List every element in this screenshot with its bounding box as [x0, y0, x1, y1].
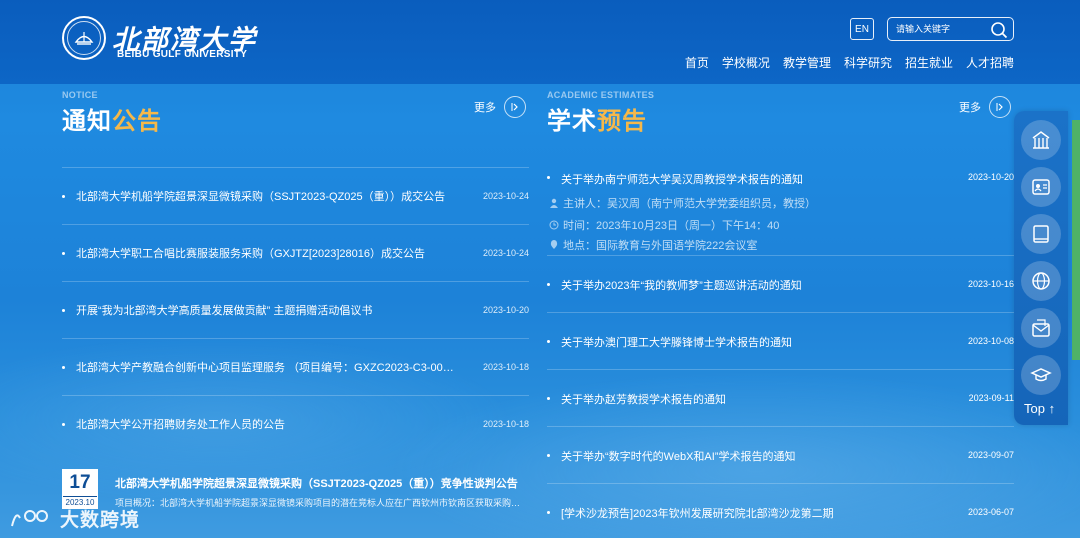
notice-item-date: 2023-10-24 — [482, 191, 529, 201]
bullet-dot — [547, 176, 550, 179]
book-icon[interactable] — [1021, 214, 1061, 254]
notice-item-date: 2023-10-18 — [482, 362, 529, 372]
notice-item-title: 北部湾大学机船学院超景深显微镜采购（SSJT2023-QZ025（重））成交公告 — [76, 191, 446, 203]
speaker-text: 主讲人：吴汉周（南宁师范大学党委组织员，教授） — [563, 198, 816, 210]
list-item[interactable]: 北部湾大学职工合唱比赛服装服务采购（GXJTZ[2023]28016）成交公告 … — [62, 224, 529, 281]
main-nav: 首页 学校概况 教学管理 科学研究 招生就业 人才招聘 — [685, 54, 1014, 71]
list-item[interactable]: 关于举办赵芳教授学术报告的通知 2023-09-11 — [547, 370, 1014, 427]
notice-list: 北部湾大学机船学院超景深显微镜采购（SSJT2023-QZ025（重））成交公告… — [62, 167, 529, 452]
academic-item-date: 2023-10-08 — [967, 336, 1014, 346]
notice-item-title: 北部湾大学公开招聘财务处工作人员的公告 — [76, 419, 285, 431]
list-item[interactable]: [学术沙龙预告]2023年钦州发展研究院北部湾沙龙第二期 2023-06-07 — [547, 484, 1014, 538]
academic-item-title: [学术沙龙预告]2023年钦州发展研究院北部湾沙龙第二期 — [561, 508, 834, 520]
search-box — [887, 17, 1014, 41]
list-item[interactable]: 北部湾大学机船学院超景深显微镜采购（SSJT2023-QZ025（重））成交公告… — [62, 167, 529, 224]
academic-heading: ACADEMIC ESTIMATES 学术预告 — [547, 90, 654, 136]
location-icon — [550, 240, 558, 249]
bullet-dot — [547, 340, 550, 343]
graduation-cap-icon[interactable] — [1021, 355, 1061, 395]
list-item[interactable]: 开展“我为北部湾大学高质量发展做贡献” 主题捐赠活动倡议书 2023-10-20 — [62, 281, 529, 338]
notice-title-part2: 公告 — [112, 108, 162, 135]
featured-day: 17 — [69, 472, 91, 493]
list-item[interactable]: 北部湾大学公开招聘财务处工作人员的公告 2023-10-18 — [62, 395, 529, 452]
academic-item-date: 2023-09-11 — [968, 393, 1014, 403]
nav-item-recruitment[interactable]: 人才招聘 — [966, 54, 1014, 71]
nav-item-admission[interactable]: 招生就业 — [905, 54, 953, 71]
logo-english-name: BEIBU GULF UNIVERSITY — [117, 49, 248, 60]
place-text: 地点：国际教育与外国语学院222会议室 — [563, 240, 758, 252]
nav-item-home[interactable]: 首页 — [685, 54, 709, 71]
search-icon[interactable] — [990, 21, 1008, 39]
academic-list: 关于举办南宁师范大学吴汉周教授学术报告的通知 2023-10-20 主讲人：吴汉… — [547, 160, 1014, 538]
academic-item-date: 2023-06-07 — [967, 507, 1014, 517]
notice-title: 通知公告 — [62, 101, 162, 136]
notice-item-title: 北部湾大学职工合唱比赛服装服务采购（GXJTZ[2023]28016）成交公告 — [76, 248, 426, 260]
nav-item-about[interactable]: 学校概况 — [722, 54, 770, 71]
watermark-text: 大数跨境 — [60, 510, 141, 531]
person-icon — [550, 198, 558, 208]
notice-title-part1: 通知 — [62, 108, 112, 135]
list-item[interactable]: 关于举办“数字时代的WebX和AI”学术报告的通知 2023-09-07 — [547, 427, 1014, 484]
nav-item-research[interactable]: 科学研究 — [844, 54, 892, 71]
academic-title-part2: 预告 — [597, 108, 647, 135]
list-item[interactable]: 关于举办澳门理工大学滕锋博士学术报告的通知 2023-10-08 — [547, 313, 1014, 370]
academic-item-date: 2023-10-16 — [967, 279, 1014, 289]
globe-icon[interactable] — [1021, 261, 1061, 301]
notice-item-date: 2023-10-20 — [482, 305, 529, 315]
academic-item-title: 关于举办澳门理工大学滕锋博士学术报告的通知 — [561, 337, 792, 349]
university-logo[interactable]: 北部湾大学 BEIBU GULF UNIVERSITY — [62, 16, 262, 64]
building-icon[interactable] — [1021, 120, 1061, 160]
notice-more-link[interactable]: 更多 — [474, 96, 526, 118]
featured-summary: 项目概况：北部湾大学机船学院超景深显微镜采购项目的潜在竞标人应在广西钦州市钦南区… — [115, 498, 525, 508]
mail-icon[interactable] — [1021, 308, 1061, 348]
academic-item-date: 2023-09-07 — [967, 450, 1014, 460]
nav-item-teaching[interactable]: 教学管理 — [783, 54, 831, 71]
academic-more-label: 更多 — [959, 102, 981, 114]
notice-en-label: NOTICE — [62, 90, 98, 100]
logo-emblem-icon — [62, 16, 106, 60]
chevron-right-icon — [989, 96, 1011, 118]
id-card-icon[interactable] — [1021, 167, 1061, 207]
bullet-dot — [547, 454, 550, 457]
back-to-top-button[interactable]: Top ↑ — [1024, 401, 1055, 416]
list-item[interactable]: 关于举办2023年“我的教师梦”主题巡讲活动的通知 2023-10-16 — [547, 256, 1014, 313]
academic-title-part1: 学术 — [547, 108, 597, 135]
bullet-dot — [547, 511, 550, 514]
notice-item-date: 2023-10-18 — [482, 419, 529, 429]
notice-item-title: 北部湾大学产教融合创新中心项目监理服务 （项目编号：GXZC2023-C3-00… — [76, 362, 454, 374]
academic-more-link[interactable]: 更多 — [959, 96, 1011, 118]
language-toggle-button[interactable]: EN — [850, 18, 874, 40]
quick-links-sidebar: Top ↑ — [1014, 111, 1068, 425]
clock-icon — [549, 220, 559, 230]
bullet-dot — [547, 397, 550, 400]
academic-title: 学术预告 — [547, 101, 654, 136]
notice-item-title: 开展“我为北部湾大学高质量发展做贡献” 主题捐赠活动倡议书 — [76, 305, 373, 317]
place-row: 地点：国际教育与外国语学院222会议室 — [549, 237, 757, 253]
page-edge-strip — [1072, 120, 1080, 360]
academic-item-title: 关于举办“数字时代的WebX和AI”学术报告的通知 — [561, 451, 796, 463]
site-header: 北部湾大学 BEIBU GULF UNIVERSITY EN 首页 学校概况 教… — [0, 0, 1080, 84]
list-item[interactable]: 北部湾大学产教融合创新中心项目监理服务 （项目编号：GXZC2023-C3-00… — [62, 338, 529, 395]
academic-item-title: 关于举办2023年“我的教师梦”主题巡讲活动的通知 — [561, 280, 802, 292]
academic-item-date: 2023-10-20 — [967, 172, 1014, 182]
time-row: 时间：2023年10月23日（周一）下午14：40 — [549, 217, 779, 233]
speaker-row: 主讲人：吴汉周（南宁师范大学党委组织员，教授） — [549, 195, 816, 211]
bullet-dot — [547, 283, 550, 286]
notice-more-label: 更多 — [474, 102, 496, 114]
featured-date-box: 17 2023.10 — [62, 469, 98, 509]
academic-en-label: ACADEMIC ESTIMATES — [547, 90, 655, 100]
watermark: 大数跨境 — [10, 505, 140, 532]
watermark-logo-icon — [11, 509, 48, 526]
featured-title: 北部湾大学机船学院超景深显微镜采购（SSJT2023-QZ025（重））竞争性谈… — [115, 478, 518, 490]
academic-item-title: 关于举办南宁师范大学吴汉周教授学术报告的通知 — [561, 174, 803, 186]
time-text: 时间：2023年10月23日（周一）下午14：40 — [563, 220, 780, 232]
notice-heading: NOTICE 通知公告 — [62, 90, 162, 136]
list-item[interactable]: 关于举办南宁师范大学吴汉周教授学术报告的通知 2023-10-20 主讲人：吴汉… — [547, 160, 1014, 256]
notice-item-date: 2023-10-24 — [482, 248, 529, 258]
academic-item-title: 关于举办赵芳教授学术报告的通知 — [561, 394, 726, 406]
search-input[interactable] — [896, 21, 986, 37]
chevron-right-icon — [504, 96, 526, 118]
